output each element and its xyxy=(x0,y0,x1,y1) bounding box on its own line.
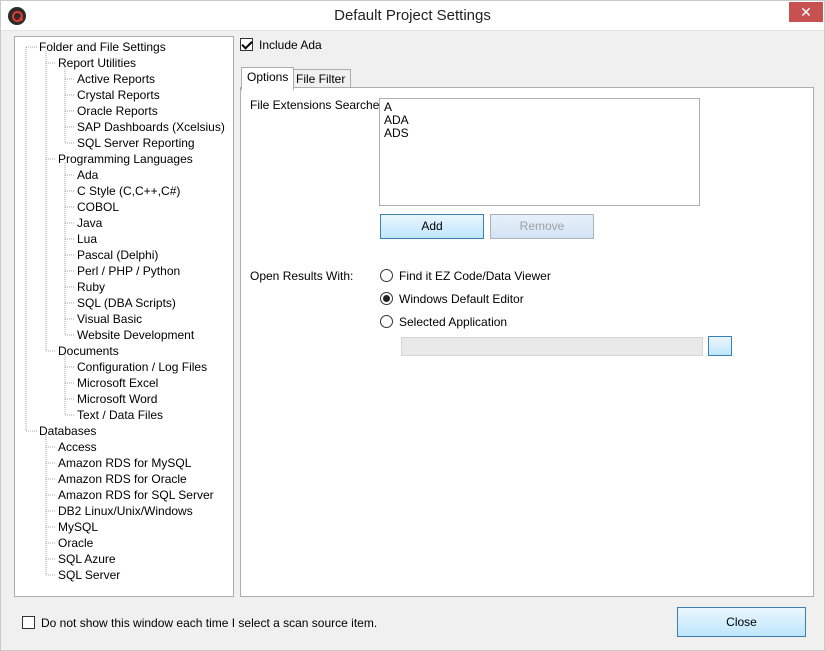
radio-windows-default-editor-label: Windows Default Editor xyxy=(399,292,524,306)
tree-item[interactable]: SQL Server xyxy=(58,567,120,583)
radio-ez-viewer[interactable] xyxy=(380,269,393,282)
tree-item[interactable]: Programming Languages xyxy=(58,151,193,167)
tree-item[interactable]: MySQL xyxy=(58,519,98,535)
tree-item[interactable]: SQL (DBA Scripts) xyxy=(77,295,176,311)
tree-item[interactable]: SQL Azure xyxy=(58,551,116,567)
tree-item[interactable]: Folder and File Settings xyxy=(39,39,166,55)
extension-item[interactable]: A xyxy=(384,101,695,114)
window-close-button[interactable]: ✕ xyxy=(789,2,823,22)
tree-item[interactable]: Configuration / Log Files xyxy=(77,359,207,375)
tree-item[interactable]: Visual Basic xyxy=(77,311,142,327)
remove-button[interactable]: Remove xyxy=(490,214,594,239)
include-label: Include Ada xyxy=(259,38,322,52)
tree-item[interactable]: Lua xyxy=(77,231,97,247)
tree-item[interactable]: Microsoft Excel xyxy=(77,375,158,391)
tree-item[interactable]: COBOL xyxy=(77,199,119,215)
tree-item[interactable]: Amazon RDS for SQL Server xyxy=(58,487,214,503)
tree-item[interactable]: Databases xyxy=(39,423,96,439)
tree-item[interactable]: Oracle xyxy=(58,535,93,551)
tree-item[interactable]: Report Utilities xyxy=(58,55,136,71)
dont-show-label: Do not show this window each time I sele… xyxy=(41,616,378,630)
tree-item[interactable]: Website Development xyxy=(77,327,194,343)
extension-item[interactable]: ADS xyxy=(384,127,695,140)
tree-item[interactable]: C Style (C,C++,C#) xyxy=(77,183,180,199)
scan-source-tree[interactable]: Folder and File Settings Report Utilities… xyxy=(14,36,234,597)
tree-item[interactable]: Microsoft Word xyxy=(77,391,157,407)
extension-item[interactable]: ADA xyxy=(384,114,695,127)
dialog-window: Default Project Settings ✕ Folder and Fi… xyxy=(0,0,825,651)
tree-item[interactable]: Amazon RDS for Oracle xyxy=(58,471,187,487)
tab-options[interactable]: Options xyxy=(241,67,295,90)
tree-item[interactable]: DB2 Linux/Unix/Windows xyxy=(58,503,193,519)
tree-item[interactable]: Access xyxy=(58,439,97,455)
tree-item[interactable]: Amazon RDS for MySQL xyxy=(58,455,191,471)
radio-ez-viewer-label: Find it EZ Code/Data Viewer xyxy=(399,269,551,283)
tree-item[interactable]: Pascal (Delphi) xyxy=(77,247,158,263)
include-checkbox[interactable] xyxy=(240,38,253,51)
tree-item[interactable]: Ruby xyxy=(77,279,105,295)
tree-item[interactable]: Perl / PHP / Python xyxy=(77,263,180,279)
extensions-listbox[interactable]: A ADA ADS xyxy=(379,98,700,206)
tree-item[interactable]: SQL Server Reporting xyxy=(77,135,195,151)
tree-item[interactable]: Java xyxy=(77,215,102,231)
tree-item[interactable]: Active Reports xyxy=(77,71,155,87)
tree-item[interactable]: Crystal Reports xyxy=(77,87,160,103)
title-bar: Default Project Settings ✕ xyxy=(1,1,824,31)
tree-item[interactable]: Documents xyxy=(58,343,119,359)
browse-application-button[interactable] xyxy=(708,336,732,356)
dont-show-checkbox[interactable] xyxy=(22,616,35,629)
add-button[interactable]: Add xyxy=(380,214,484,239)
tree-item[interactable]: Oracle Reports xyxy=(77,103,158,119)
tree-item[interactable]: SAP Dashboards (Xcelsius) xyxy=(77,119,225,135)
radio-windows-default-editor[interactable] xyxy=(380,292,393,305)
radio-selected-application[interactable] xyxy=(380,315,393,328)
radio-selected-application-label: Selected Application xyxy=(399,315,508,329)
close-button[interactable]: Close xyxy=(677,607,806,637)
application-path-input[interactable] xyxy=(401,337,703,356)
extensions-label: File Extensions Searched: xyxy=(250,98,390,112)
tree-item[interactable]: Text / Data Files xyxy=(77,407,163,423)
open-results-label: Open Results With: xyxy=(250,269,354,283)
tree-item[interactable]: Ada xyxy=(77,167,98,183)
window-title: Default Project Settings xyxy=(334,7,491,24)
